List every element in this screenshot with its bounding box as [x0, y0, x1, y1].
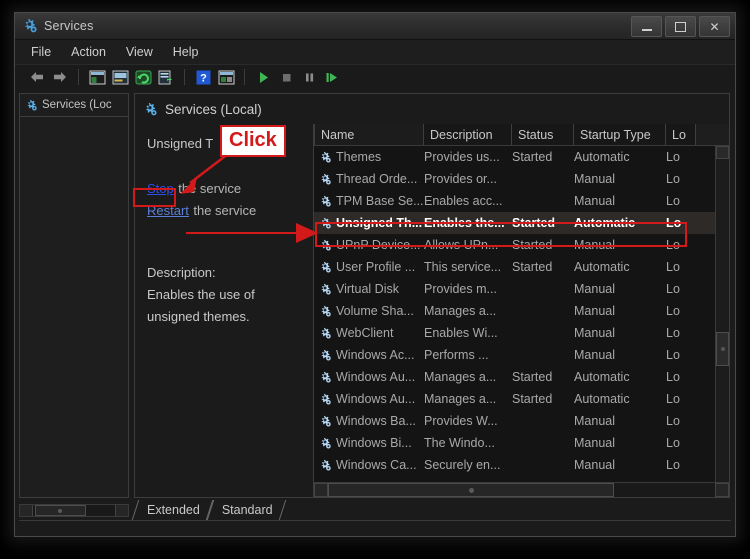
annotation-layer: [180, 153, 318, 243]
selected-row-highlight-box: [315, 222, 687, 247]
screenshot-root: Services ✕ File Action View Help ? Servi…: [0, 0, 750, 559]
stop-link-highlight-box: [133, 188, 176, 207]
click-annotation-label: Click: [220, 125, 286, 157]
